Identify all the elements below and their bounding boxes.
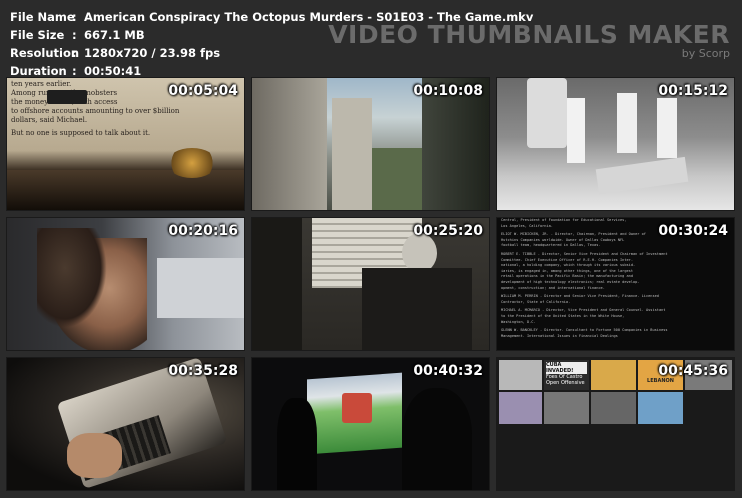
timestamp: 00:10:08 (413, 83, 483, 99)
doc-line: Washington, D.C. (501, 319, 536, 324)
timestamp: 00:30:24 (658, 223, 728, 239)
person-head (402, 233, 437, 273)
street-trees (372, 148, 422, 210)
separator: : (72, 46, 77, 60)
timestamp: 00:15:12 (658, 83, 728, 99)
file-name-label: File Name (10, 10, 75, 24)
timestamp: 00:05:04 (168, 83, 238, 99)
typewriter-body (7, 170, 244, 210)
thumbnail-2[interactable]: 00:10:08 (251, 77, 490, 211)
thumbnail-7[interactable]: 00:35:28 (6, 357, 245, 491)
timestamp: 00:40:32 (413, 363, 483, 379)
tile-map-bw (499, 360, 542, 390)
headline-text: CUBA INVADED! (546, 362, 587, 374)
timestamp: 00:25:20 (413, 223, 483, 239)
thumbnail-9[interactable]: CUBA INVADED! Foes Of Castro Open Offens… (496, 357, 735, 491)
brand-watermark: VIDEO THUMBNAILS MAKER by Scorp (328, 20, 730, 60)
file-size-value: 667.1 MB (84, 28, 145, 42)
file-size-label: File Size (10, 28, 65, 42)
person-body (362, 268, 472, 350)
thumbnail-5[interactable]: 00:25:20 (251, 217, 490, 351)
person-figure (657, 98, 677, 158)
lamp-glow (167, 148, 217, 178)
timestamp: 00:45:36 (658, 363, 728, 379)
dark-wall (252, 218, 302, 350)
doc-line: opment, construction; and international … (501, 285, 605, 290)
doc-line: Management. International Issues in Fina… (501, 333, 618, 338)
tile-map-asia (638, 392, 683, 424)
hair (37, 228, 107, 328)
person-figure (567, 98, 585, 163)
tile-satellite (499, 392, 542, 424)
silhouette-left (277, 398, 317, 490)
building-mid (332, 98, 372, 210)
silhouette-right (402, 388, 472, 490)
brand-title: VIDEO THUMBNAILS MAKER (328, 20, 730, 49)
tile-headline: CUBA INVADED! Foes Of Castro Open Offens… (544, 360, 589, 390)
thumbnail-1[interactable]: ten years earlier. Among runners, the mo… (6, 77, 245, 211)
separator: : (72, 28, 77, 42)
typed-line: dollars, said Michael. (11, 116, 88, 124)
separator: : (72, 10, 77, 24)
person-figure (617, 93, 637, 153)
tile-portrait (544, 392, 589, 424)
thumbnail-6[interactable]: Central, President of Foundation for Edu… (496, 217, 735, 351)
hand (67, 433, 122, 478)
typed-line: the money trader, with access (11, 98, 118, 106)
typed-line: to offshore accounts amounting to over $… (11, 107, 180, 115)
thumbnail-4[interactable]: 00:20:16 (6, 217, 245, 351)
thumbnail-3[interactable]: 00:15:12 (496, 77, 735, 211)
timestamp: 00:35:28 (168, 363, 238, 379)
resolution-label: Resolution (10, 46, 80, 60)
tile-logo (591, 392, 636, 424)
thumbnail-8[interactable]: 00:40:32 (251, 357, 490, 491)
window-view (157, 258, 244, 318)
headline-subtext: Foes Of Castro Open Offensive (546, 374, 585, 386)
resolution-value: 1280x720 / 23.98 fps (84, 46, 221, 60)
truck (527, 78, 567, 148)
timestamp: 00:20:16 (168, 223, 238, 239)
doc-line: football team, headquartered in Dallas, … (501, 243, 601, 248)
typewriter-type-guide (47, 90, 87, 104)
doc-line: Contractor, State of California. (501, 299, 571, 304)
typed-line: But no one is supposed to talk about it. (11, 129, 151, 137)
tile-map-color (591, 360, 636, 390)
building-left (252, 78, 327, 210)
screen-figure (342, 393, 372, 423)
